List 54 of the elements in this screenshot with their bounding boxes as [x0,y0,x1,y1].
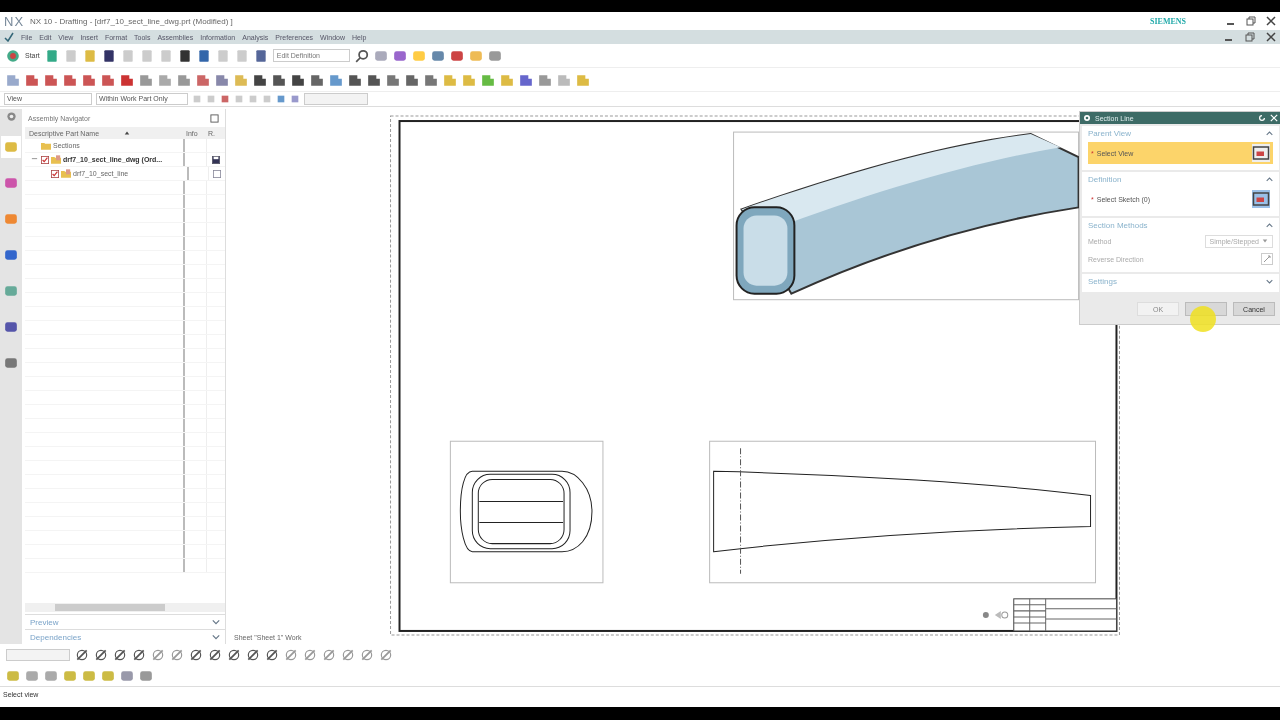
navigator-icon [4,140,18,154]
tool-icon[interactable] [101,48,116,63]
sheet-dropdown[interactable] [6,648,70,661]
sketch-tool-icon[interactable] [132,647,146,662]
part-icon [51,155,61,164]
checkbox[interactable] [51,169,59,178]
settings-icon[interactable] [5,111,17,122]
tool-icon[interactable] [405,72,419,87]
select-icon[interactable] [1252,190,1270,208]
window-title: NX 10 - Drafting - [drf7_10_sect_line_dwg.prt (Modified) ] [30,16,233,26]
sketch-tool-icon[interactable] [265,647,279,662]
brand-logo: SIEMENS [1150,16,1186,26]
reverse-icon[interactable] [1261,253,1273,265]
part-icon [61,169,71,178]
maximize-icon[interactable] [210,113,219,123]
sketch-tool-icon[interactable] [113,647,127,662]
sketch-tool-icon[interactable] [246,647,260,662]
search-icon[interactable] [354,48,369,63]
reset-icon[interactable] [1258,114,1266,122]
horizontal-scrollbar[interactable] [25,603,225,612]
navigator-icon [4,320,18,334]
sort-icon[interactable] [124,130,130,136]
checkbox[interactable] [41,155,49,164]
app-logo: NX [4,13,25,29]
sketch-tool-icon[interactable] [75,647,89,662]
close-icon[interactable] [1266,32,1276,42]
navigator-icon [4,212,18,226]
tool-icon[interactable] [177,48,192,63]
tool-icon[interactable] [348,72,362,87]
projection-symbol [982,610,1009,619]
restore-icon[interactable] [1245,32,1255,42]
tool-icon[interactable] [367,72,381,87]
select-icon[interactable] [1252,144,1270,162]
settings-icon[interactable] [1083,114,1091,122]
sketch-tool-icon[interactable] [208,647,222,662]
navigator-icon [4,284,18,298]
sketch-tool-icon[interactable] [227,647,241,662]
tool-icon[interactable] [253,72,267,87]
close-icon[interactable] [1266,16,1276,26]
caret-icon [1262,238,1268,244]
sketch-tool-icon[interactable] [189,647,203,662]
navigator-icon [4,248,18,262]
tool-icon[interactable] [196,48,211,63]
globe-icon[interactable] [6,48,20,63]
navigator-icon [4,176,18,190]
tool-icon[interactable] [291,72,305,87]
sketch-tool-icon[interactable] [94,647,108,662]
tool-icon[interactable] [253,48,268,63]
tool-icon[interactable] [272,72,286,87]
folder-icon [41,141,51,150]
tool-icon[interactable] [310,72,324,87]
restore-icon[interactable] [1246,16,1256,26]
navigator-icon [4,356,18,370]
check-icon[interactable] [4,32,14,42]
